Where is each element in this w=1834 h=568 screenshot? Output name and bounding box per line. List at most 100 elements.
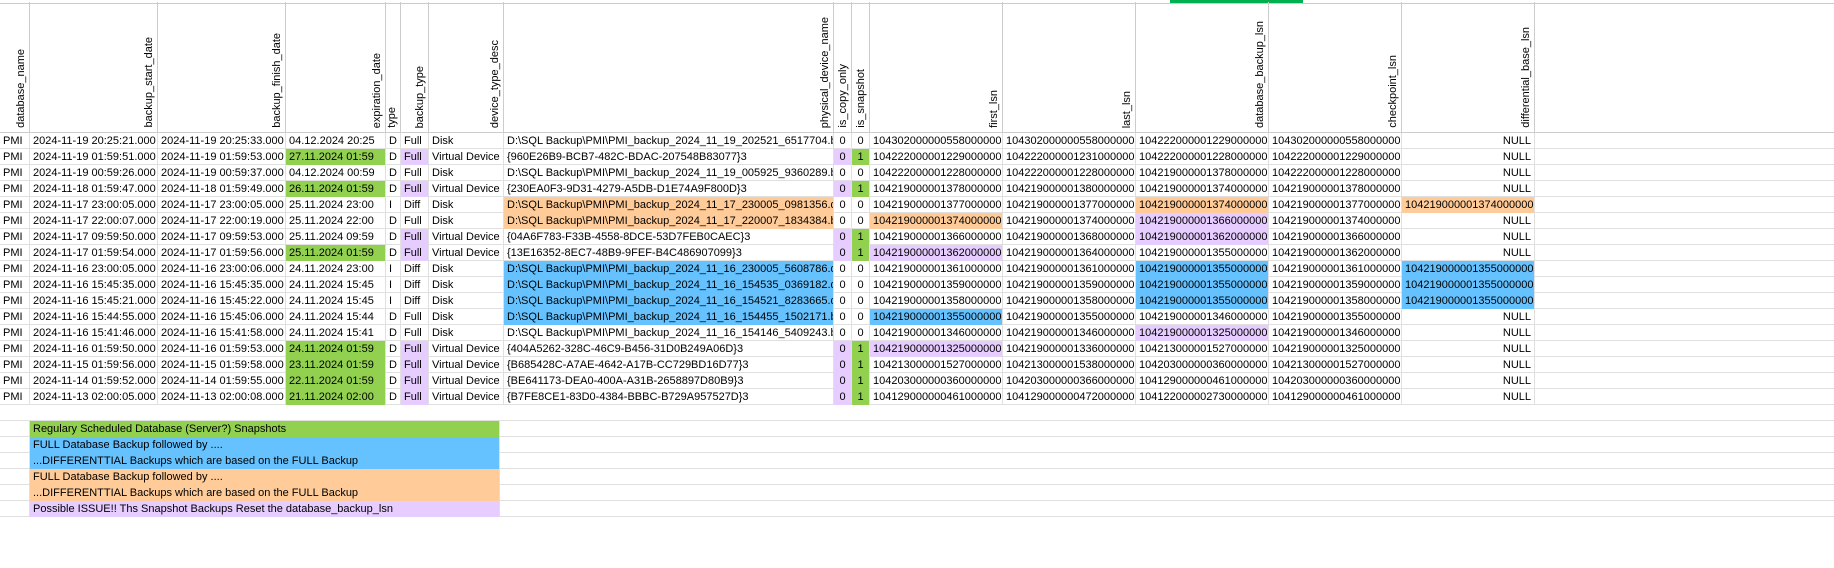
cell-last[interactable]: 104219000001374000000 xyxy=(1003,213,1136,229)
cell-first[interactable]: 104219000001346000000 xyxy=(870,325,1003,341)
cell-type[interactable]: D xyxy=(386,325,401,341)
cell-db[interactable]: PMI xyxy=(0,373,30,389)
cell-dbbak[interactable]: 104219000001325000000 xyxy=(1136,325,1269,341)
cell-dev[interactable]: Virtual Device xyxy=(429,357,504,373)
cell-chk[interactable]: 104219000001362000000 xyxy=(1269,245,1402,261)
cell-exp[interactable]: 25.11.2024 22:00 xyxy=(286,213,386,229)
cell-dbbak[interactable]: 104219000001355000000 xyxy=(1136,293,1269,309)
cell-btype[interactable]: Full xyxy=(401,149,429,165)
cell-first[interactable]: 104129000000461000000 xyxy=(870,389,1003,405)
cell-copy[interactable]: 0 xyxy=(834,213,852,229)
table-row[interactable]: PMI2024-11-19 20:25:21.0002024-11-19 20:… xyxy=(0,133,1834,149)
cell-dbbak[interactable]: 104203000000360000000 xyxy=(1136,357,1269,373)
cell-chk[interactable]: 104222000001228000000 xyxy=(1269,165,1402,181)
cell-finish[interactable]: 2024-11-16 15:45:22.000 xyxy=(158,293,286,309)
header-type[interactable]: type xyxy=(386,2,401,132)
cell-phys[interactable]: D:\SQL Backup\PMI\PMI_backup_2024_11_17_… xyxy=(504,197,834,213)
cell-finish[interactable]: 2024-11-14 01:59:55.000 xyxy=(158,373,286,389)
cell-db[interactable]: PMI xyxy=(0,309,30,325)
table-row[interactable]: PMI2024-11-17 01:59:54.0002024-11-17 01:… xyxy=(0,245,1834,261)
header-last[interactable]: last_lsn xyxy=(1003,2,1136,132)
cell-first[interactable]: 104219000001378000000 xyxy=(870,181,1003,197)
header-db[interactable]: database_name xyxy=(0,2,30,132)
cell-btype[interactable]: Full xyxy=(401,341,429,357)
cell-chk[interactable]: 104129000000461000000 xyxy=(1269,389,1402,405)
cell-phys[interactable]: D:\SQL Backup\PMI\PMI_backup_2024_11_16_… xyxy=(504,325,834,341)
cell-last[interactable]: 104213000001538000000 xyxy=(1003,357,1136,373)
cell-phys[interactable]: {04A6F783-F33B-4558-8DCE-53D7FEB0CAEC}3 xyxy=(504,229,834,245)
cell-copy[interactable]: 0 xyxy=(834,229,852,245)
cell-snap[interactable]: 1 xyxy=(852,389,870,405)
header-diff[interactable]: differential_base_lsn xyxy=(1402,2,1535,132)
cell-snap[interactable]: 0 xyxy=(852,293,870,309)
cell-snap[interactable]: 1 xyxy=(852,373,870,389)
cell-copy[interactable]: 0 xyxy=(834,165,852,181)
cell-last[interactable]: 104219000001377000000 xyxy=(1003,197,1136,213)
cell-db[interactable]: PMI xyxy=(0,197,30,213)
cell-btype[interactable]: Diff xyxy=(401,293,429,309)
cell-phys[interactable]: D:\SQL Backup\PMI\PMI_backup_2024_11_16_… xyxy=(504,277,834,293)
cell-db[interactable]: PMI xyxy=(0,149,30,165)
cell-dbbak[interactable]: 104219000001366000000 xyxy=(1136,213,1269,229)
cell-dbbak[interactable]: 104219000001374000000 xyxy=(1136,197,1269,213)
table-row[interactable]: PMI2024-11-17 23:00:05.0002024-11-17 23:… xyxy=(0,197,1834,213)
cell-type[interactable]: D xyxy=(386,341,401,357)
cell-exp[interactable]: 25.11.2024 09:59 xyxy=(286,229,386,245)
cell-dbbak[interactable]: 104222000001229000000 xyxy=(1136,133,1269,149)
cell-phys[interactable]: {B685428C-A7AE-4642-A17B-CC729BD16D77}3 xyxy=(504,357,834,373)
cell-diff[interactable]: NULL xyxy=(1402,181,1535,197)
cell-finish[interactable]: 2024-11-17 23:00:05.000 xyxy=(158,197,286,213)
cell-last[interactable]: 104302000000558000000 xyxy=(1003,133,1136,149)
cell-finish[interactable]: 2024-11-16 15:45:06.000 xyxy=(158,309,286,325)
cell-diff[interactable]: NULL xyxy=(1402,373,1535,389)
cell-type[interactable]: D xyxy=(386,389,401,405)
cell-chk[interactable]: 104219000001359000000 xyxy=(1269,277,1402,293)
cell-db[interactable]: PMI xyxy=(0,181,30,197)
table-row[interactable]: PMI2024-11-16 01:59:50.0002024-11-16 01:… xyxy=(0,341,1834,357)
cell-btype[interactable]: Full xyxy=(401,325,429,341)
cell-last[interactable]: 104222000001231000000 xyxy=(1003,149,1136,165)
cell-finish[interactable]: 2024-11-16 15:41:58.000 xyxy=(158,325,286,341)
cell-db[interactable]: PMI xyxy=(0,261,30,277)
cell-copy[interactable]: 0 xyxy=(834,277,852,293)
cell-dev[interactable]: Virtual Device xyxy=(429,245,504,261)
cell-exp[interactable]: 23.11.2024 01:59 xyxy=(286,357,386,373)
cell-copy[interactable]: 0 xyxy=(834,389,852,405)
cell-chk[interactable]: 104302000000558000000 xyxy=(1269,133,1402,149)
cell-start[interactable]: 2024-11-16 23:00:05.000 xyxy=(30,261,158,277)
cell-type[interactable]: I xyxy=(386,293,401,309)
cell-finish[interactable]: 2024-11-19 00:59:37.000 xyxy=(158,165,286,181)
cell-snap[interactable]: 0 xyxy=(852,133,870,149)
cell-snap[interactable]: 0 xyxy=(852,261,870,277)
cell-chk[interactable]: 104203000000360000000 xyxy=(1269,373,1402,389)
cell-chk[interactable]: 104219000001355000000 xyxy=(1269,309,1402,325)
cell-finish[interactable]: 2024-11-19 20:25:33.000 xyxy=(158,133,286,149)
cell-dbbak[interactable]: 104213000001527000000 xyxy=(1136,341,1269,357)
cell-chk[interactable]: 104219000001374000000 xyxy=(1269,213,1402,229)
cell-phys[interactable]: D:\SQL Backup\PMI\PMI_backup_2024_11_19_… xyxy=(504,165,834,181)
header-phys[interactable]: physical_device_name xyxy=(504,2,834,132)
cell-dev[interactable]: Disk xyxy=(429,293,504,309)
cell-type[interactable]: D xyxy=(386,309,401,325)
cell-start[interactable]: 2024-11-17 23:00:05.000 xyxy=(30,197,158,213)
cell-copy[interactable]: 0 xyxy=(834,341,852,357)
cell-copy[interactable]: 0 xyxy=(834,261,852,277)
cell-first[interactable]: 104219000001361000000 xyxy=(870,261,1003,277)
cell-finish[interactable]: 2024-11-17 22:00:19.000 xyxy=(158,213,286,229)
header-snap[interactable]: is_snapshot xyxy=(852,2,870,132)
cell-btype[interactable]: Full xyxy=(401,213,429,229)
cell-snap[interactable]: 0 xyxy=(852,309,870,325)
cell-dev[interactable]: Disk xyxy=(429,277,504,293)
cell-type[interactable]: D xyxy=(386,149,401,165)
cell-dbbak[interactable]: 104219000001378000000 xyxy=(1136,165,1269,181)
cell-diff[interactable]: NULL xyxy=(1402,357,1535,373)
cell-btype[interactable]: Full xyxy=(401,389,429,405)
header-btype[interactable]: backup_type xyxy=(401,2,429,132)
cell-last[interactable]: 104203000000366000000 xyxy=(1003,373,1136,389)
cell-phys[interactable]: {BE641173-DEA0-400A-A31B-2658897D80B9}3 xyxy=(504,373,834,389)
cell-btype[interactable]: Diff xyxy=(401,261,429,277)
cell-first[interactable]: 104219000001358000000 xyxy=(870,293,1003,309)
cell-start[interactable]: 2024-11-19 01:59:51.000 xyxy=(30,149,158,165)
cell-type[interactable]: D xyxy=(386,213,401,229)
header-dbbak[interactable]: database_backup_lsn xyxy=(1136,2,1269,132)
